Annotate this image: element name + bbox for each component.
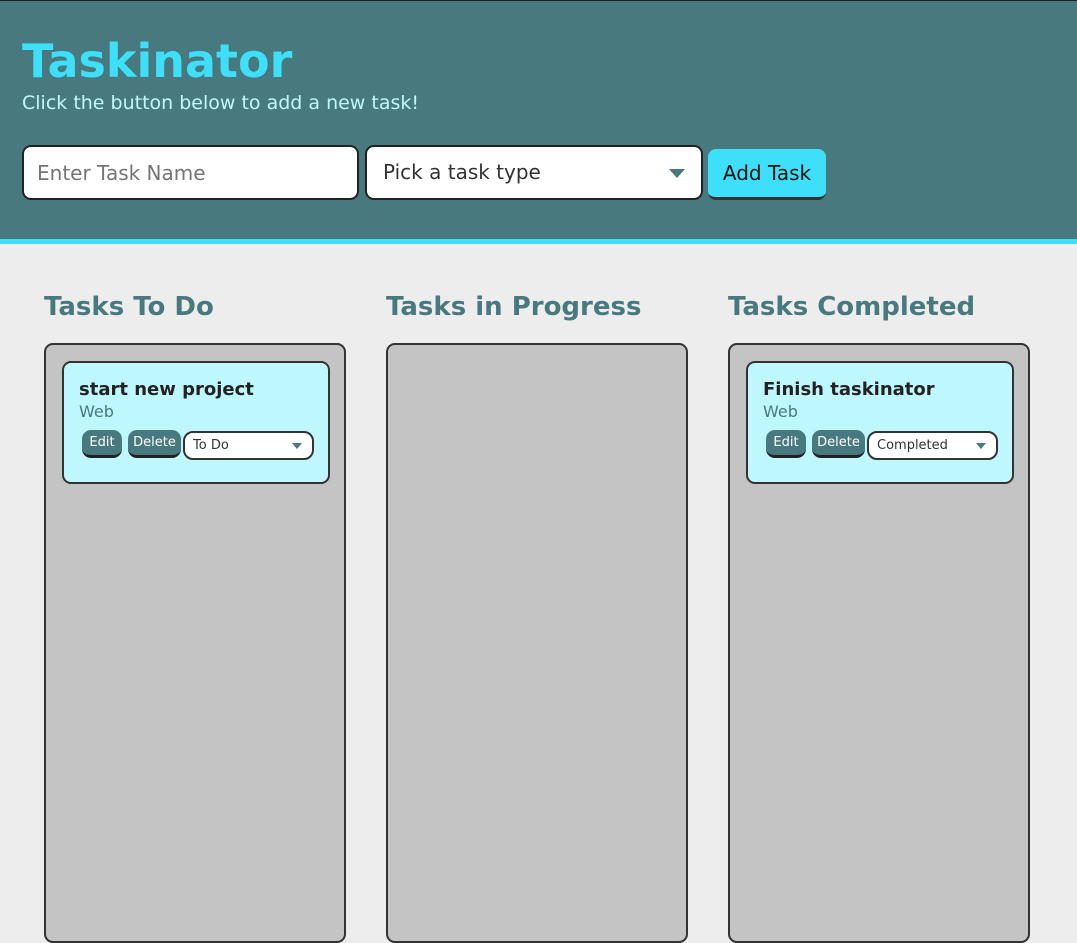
column-title-todo: Tasks To Do xyxy=(44,292,214,322)
task-name-input[interactable] xyxy=(22,145,359,200)
task-list-in-progress[interactable] xyxy=(386,343,688,943)
app-title: Taskinator xyxy=(22,34,293,88)
task-card[interactable]: Finish taskinator Web Edit Delete Comple… xyxy=(746,361,1014,484)
chevron-down-icon xyxy=(669,169,685,178)
task-card[interactable]: start new project Web Edit Delete To Do xyxy=(62,361,330,484)
column-title-in-progress: Tasks in Progress xyxy=(386,292,642,322)
task-list-todo[interactable]: start new project Web Edit Delete To Do xyxy=(44,343,346,943)
task-type-select[interactable]: Pick a task type xyxy=(365,145,703,200)
chevron-down-icon xyxy=(292,443,302,449)
task-type: Web xyxy=(79,402,114,421)
task-type: Web xyxy=(763,402,798,421)
status-select[interactable]: Completed xyxy=(867,431,998,460)
column-title-completed: Tasks Completed xyxy=(728,292,976,322)
task-list-completed[interactable]: Finish taskinator Web Edit Delete Comple… xyxy=(728,343,1030,943)
status-select-value: To Do xyxy=(193,438,229,453)
page-header: Taskinator Click the button below to add… xyxy=(0,0,1077,244)
chevron-down-icon xyxy=(976,443,986,449)
task-name: Finish taskinator xyxy=(763,379,935,400)
status-select[interactable]: To Do xyxy=(183,431,314,460)
task-type-select-value: Pick a task type xyxy=(383,160,541,184)
delete-button[interactable]: Delete xyxy=(812,430,865,458)
edit-button[interactable]: Edit xyxy=(82,430,122,458)
delete-button[interactable]: Delete xyxy=(128,430,181,458)
task-name: start new project xyxy=(79,379,254,400)
status-select-value: Completed xyxy=(877,438,948,453)
edit-button[interactable]: Edit xyxy=(766,430,806,458)
add-task-button[interactable]: Add Task xyxy=(708,149,826,200)
app-subtitle: Click the button below to add a new task… xyxy=(22,92,419,114)
